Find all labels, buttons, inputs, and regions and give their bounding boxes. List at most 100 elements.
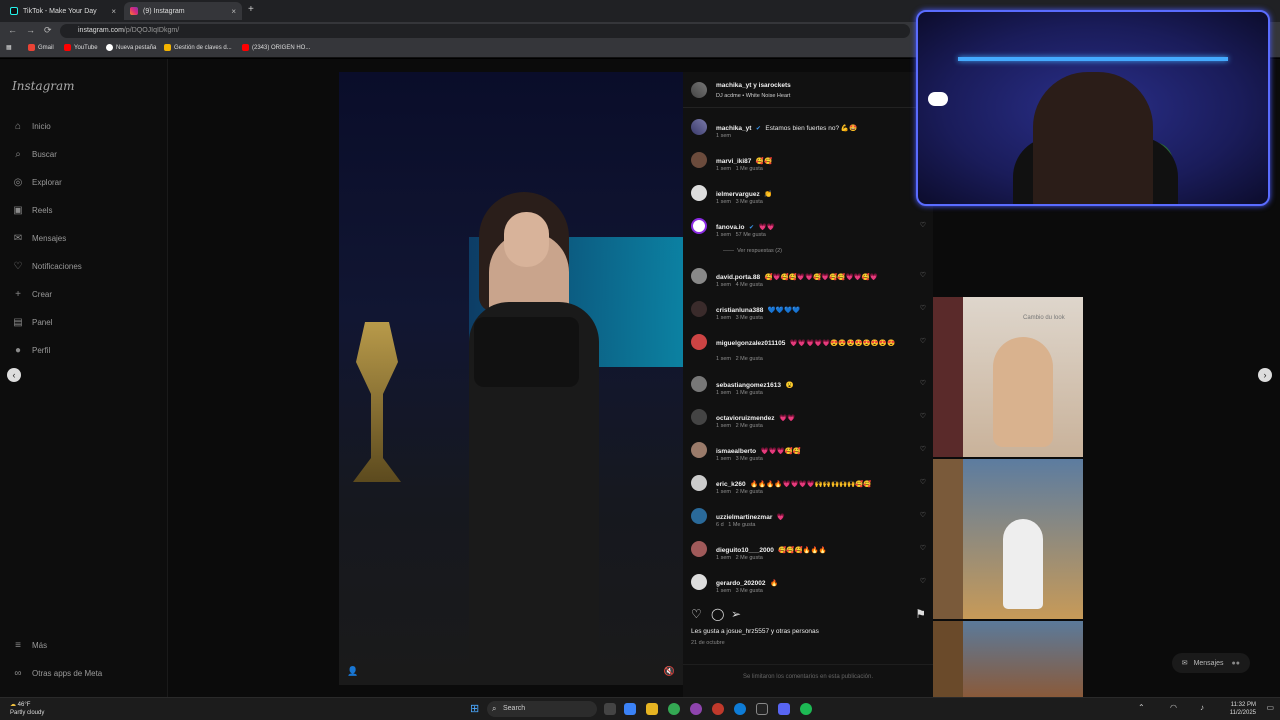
like-comment-icon[interactable]: ♡: [920, 271, 926, 279]
thumbnail[interactable]: [963, 621, 1083, 697]
taskbar-search[interactable]: ⌕ Search: [487, 701, 597, 717]
new-tab-button[interactable]: +: [248, 4, 254, 15]
avatar[interactable]: [691, 82, 707, 98]
thumbnail[interactable]: [963, 459, 1083, 619]
like-comment-icon[interactable]: ♡: [920, 337, 926, 345]
comment-username[interactable]: octavioruizmendez: [716, 415, 775, 422]
avatar[interactable]: [691, 574, 707, 590]
sidebar-item-perfil[interactable]: ● Perfil: [12, 344, 50, 356]
wifi-icon[interactable]: ◠: [1170, 703, 1177, 712]
weather-widget[interactable]: ☁ 46°F Partly cloudy: [10, 701, 44, 717]
thumbnail[interactable]: [933, 297, 963, 457]
sidebar-item-panel[interactable]: ▤ Panel: [12, 316, 52, 328]
comment-likes[interactable]: 2 Me gusta: [736, 555, 763, 561]
obs-icon[interactable]: [690, 703, 702, 715]
spotify-icon[interactable]: [800, 703, 812, 715]
sidebar-item-reels[interactable]: ▣ Reels: [12, 204, 52, 216]
comment-username[interactable]: cristianluna388: [716, 307, 763, 314]
comment-username[interactable]: marvi_iki87: [716, 158, 751, 165]
bookmark-icon[interactable]: ⚑: [915, 607, 926, 621]
avatar[interactable]: [691, 442, 707, 458]
avatar[interactable]: [691, 152, 707, 168]
sidebar-item-meta-apps[interactable]: ∞ Otras apps de Meta: [12, 667, 102, 679]
comment-username[interactable]: miguelgonzalez011105: [716, 340, 785, 347]
close-icon[interactable]: ×: [111, 7, 116, 16]
avatar[interactable]: [691, 218, 707, 234]
tray-chevron-icon[interactable]: ⌃: [1138, 703, 1145, 712]
sidebar-item-buscar[interactable]: ⌕ Buscar: [12, 148, 57, 160]
like-comment-icon[interactable]: ♡: [920, 304, 926, 312]
comment-username[interactable]: david.porta.88: [716, 274, 760, 281]
sidebar-item-crear[interactable]: + Crear: [12, 288, 52, 300]
thumbnail[interactable]: [933, 459, 963, 619]
bookmark-youtube[interactable]: YouTube: [64, 44, 98, 51]
file-explorer-icon[interactable]: [646, 703, 658, 715]
avatar[interactable]: [691, 301, 707, 317]
comment-username[interactable]: gerardo_202002: [716, 580, 766, 587]
avatar[interactable]: [691, 409, 707, 425]
comment-icon[interactable]: ◯: [711, 607, 724, 621]
avatar[interactable]: [691, 475, 707, 491]
post-author[interactable]: machika_yt y isarockets: [716, 82, 791, 89]
like-comment-icon[interactable]: ♡: [920, 478, 926, 486]
comment-username[interactable]: eric_k260: [716, 481, 746, 488]
notifications-icon[interactable]: ▭: [1266, 703, 1274, 712]
like-comment-icon[interactable]: ♡: [920, 511, 926, 519]
view-replies-link[interactable]: —— Ver respuestas (2): [723, 248, 782, 254]
comment-username[interactable]: dieguito10___2000: [716, 547, 774, 554]
sidebar-item-notificaciones[interactable]: ♡ Notificaciones: [12, 260, 82, 272]
comment-likes[interactable]: 4 Me gusta: [736, 282, 763, 288]
messages-pill[interactable]: ✉ Mensajes ●●: [1171, 653, 1250, 673]
comment-username[interactable]: uzzielmartinezmar: [716, 514, 772, 521]
volume-icon[interactable]: ♪: [1200, 703, 1204, 712]
like-comment-icon[interactable]: ♡: [920, 445, 926, 453]
thumbnail[interactable]: [933, 621, 963, 697]
copilot-icon[interactable]: [624, 703, 636, 715]
like-comment-icon[interactable]: ♡: [920, 379, 926, 387]
comment-username[interactable]: sebastiangomez1613: [716, 382, 781, 389]
opera-icon[interactable]: [712, 703, 724, 715]
sidebar-item-mas[interactable]: ≡ Más: [12, 639, 47, 651]
comment-likes[interactable]: 1 Me gusta: [736, 166, 763, 172]
comment-username[interactable]: ismaealberto: [716, 448, 756, 455]
comment-likes[interactable]: 3 Me gusta: [736, 456, 763, 462]
bookmark-password-manager[interactable]: Gestión de claves d...: [164, 44, 232, 51]
comment-likes[interactable]: 57 Me gusta: [736, 232, 766, 238]
avatar[interactable]: [691, 268, 707, 284]
like-icon[interactable]: ♡: [691, 607, 702, 621]
like-comment-icon[interactable]: ♡: [920, 544, 926, 552]
like-comment-icon[interactable]: ♡: [920, 221, 926, 229]
thumbnail[interactable]: Cambio du look: [963, 297, 1083, 457]
discord-icon[interactable]: [778, 703, 790, 715]
comment-likes[interactable]: 2 Me gusta: [736, 489, 763, 495]
back-icon[interactable]: ←: [8, 25, 17, 35]
avatar[interactable]: [691, 541, 707, 557]
bookmark-gmail[interactable]: Gmail: [28, 44, 54, 51]
share-icon[interactable]: ➢: [731, 607, 741, 621]
mute-icon[interactable]: 🔇: [664, 666, 675, 677]
forward-icon[interactable]: →: [26, 25, 35, 35]
comment-likes[interactable]: 3 Me gusta: [736, 315, 763, 321]
windows-start-icon[interactable]: ⊞: [470, 702, 479, 715]
close-icon[interactable]: ×: [231, 7, 236, 16]
task-view-icon[interactable]: [604, 703, 616, 715]
sidebar-item-explorar[interactable]: ◎ Explorar: [12, 176, 62, 188]
sidebar-item-mensajes[interactable]: ✉ Mensajes: [12, 232, 66, 244]
instagram-logo[interactable]: Instagram: [12, 79, 75, 93]
comment-likes[interactable]: 1 Me gusta: [728, 522, 755, 528]
taskbar-clock[interactable]: 11:32 PM 11/2/2025: [1230, 701, 1256, 717]
comment-likes[interactable]: 3 Me gusta: [736, 199, 763, 205]
avatar[interactable]: [691, 508, 707, 524]
tab-instagram[interactable]: (9) Instagram ×: [124, 2, 242, 20]
tagged-users-icon[interactable]: 👤: [347, 666, 358, 677]
tab-tiktok[interactable]: TikTok - Make Your Day ×: [4, 2, 122, 20]
avatar[interactable]: [691, 185, 707, 201]
bookmark-origen[interactable]: (2343) ORIGEN HO...: [242, 44, 310, 51]
like-comment-icon[interactable]: ♡: [920, 577, 926, 585]
apps-icon[interactable]: ▦: [6, 44, 12, 51]
comment-likes[interactable]: 2 Me gusta: [736, 423, 763, 429]
previous-post-button[interactable]: ‹: [7, 368, 21, 382]
sidebar-item-inicio[interactable]: ⌂ Inicio: [12, 120, 51, 132]
comment-likes[interactable]: 2 Me gusta: [736, 356, 763, 362]
url-field[interactable]: instagram.com/p/DQOJIqIDkgm/: [60, 24, 910, 38]
